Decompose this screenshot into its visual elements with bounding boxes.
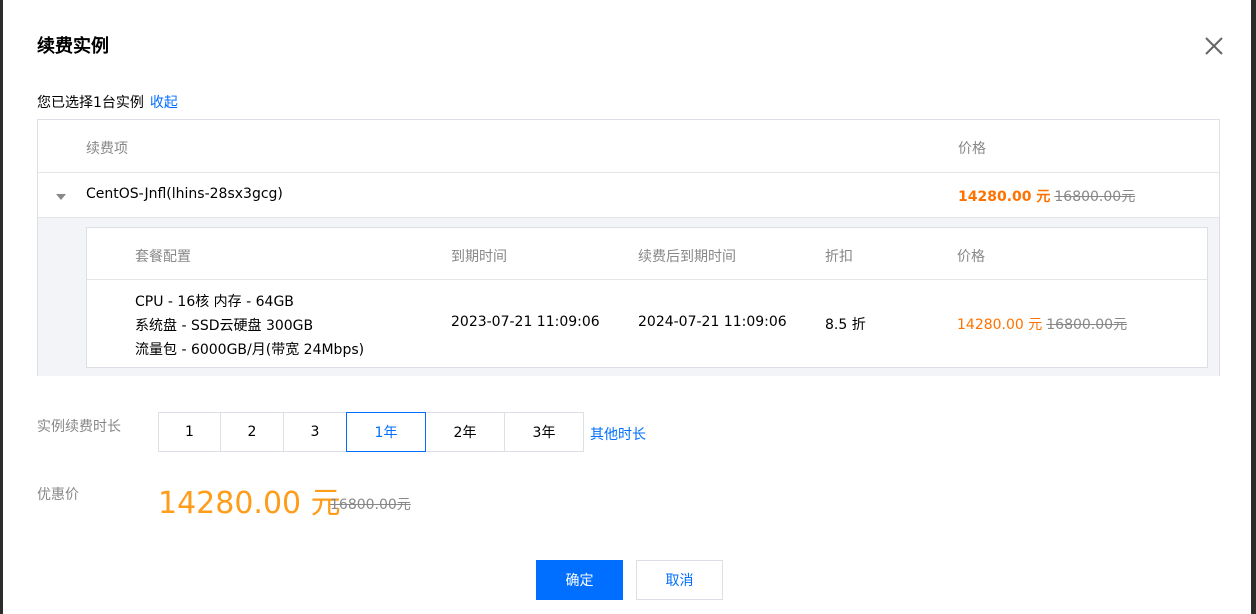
instance-row: CentOS-Jnfl(lhins-28sx3gcg) 14280.00 元 16… [38, 173, 1219, 218]
discount-price-original: 16800.00元 [330, 497, 411, 513]
expand-caret-icon[interactable] [56, 194, 66, 200]
instance-detail-area: 套餐配置 到期时间 续费后到期时间 折扣 价格 CPU - 16核 内存 - 6… [38, 218, 1219, 376]
duration-label: 实例续费时长 [37, 419, 121, 435]
new-expiry-time: 2024-07-21 11:09:06 [638, 314, 787, 330]
selection-text: 您已选择1台实例 [37, 95, 144, 111]
renewal-items-table: 续费项 价格 CentOS-Jnfl(lhins-28sx3gcg) 14280… [37, 119, 1220, 376]
discount-price: 14280.00 元 [158, 486, 341, 521]
cancel-button[interactable]: 取消 [636, 560, 723, 600]
column-header-discount: 折扣 [825, 249, 853, 265]
column-header-plan: 套餐配置 [135, 249, 191, 265]
plan-detail-table: 套餐配置 到期时间 续费后到期时间 折扣 价格 CPU - 16核 内存 - 6… [86, 227, 1208, 368]
window-edge-left [0, 0, 3, 614]
dialog-title: 续费实例 [37, 36, 109, 57]
plan-spec: CPU - 16核 内存 - 64GB 系统盘 - SSD云硬盘 300GB 流… [135, 290, 364, 362]
collapse-link[interactable]: 收起 [150, 95, 178, 111]
discount-price-label: 优惠价 [37, 487, 79, 503]
duration-option-3[interactable]: 3 [283, 412, 347, 452]
column-header-price: 价格 [958, 141, 986, 157]
outer-table-header: 续费项 价格 [38, 120, 1219, 173]
spec-line-disk: 系统盘 - SSD云硬盘 300GB [135, 318, 314, 334]
confirm-button[interactable]: 确定 [536, 560, 623, 600]
column-header-new-expiry: 续费后到期时间 [638, 249, 736, 265]
duration-option-1-year[interactable]: 1年 [346, 412, 426, 452]
close-icon[interactable] [1202, 34, 1226, 58]
discount-value: 8.5 折 [825, 317, 866, 333]
spec-line-traffic: 流量包 - 6000GB/月(带宽 24Mbps) [135, 342, 365, 358]
instance-price-original: 16800.00元 [1054, 189, 1136, 205]
spec-line-cpu: CPU - 16核 内存 - 64GB [135, 294, 294, 310]
duration-option-3-year[interactable]: 3年 [504, 412, 584, 452]
selection-summary: 您已选择1台实例 收起 [37, 92, 178, 112]
column-header-plan-price: 价格 [957, 249, 985, 265]
plan-price-current: 14280.00 元 [957, 317, 1043, 333]
duration-selector: 1 2 3 1年 2年 3年 [158, 412, 584, 452]
column-header-item: 续费项 [86, 141, 128, 157]
plan-price: 14280.00 元 16800.00元 [957, 314, 1127, 334]
instance-price-current: 14280.00 元 [958, 189, 1051, 205]
expiry-time: 2023-07-21 11:09:06 [451, 314, 600, 330]
instance-price: 14280.00 元 16800.00元 [958, 186, 1135, 206]
plan-table-header: 套餐配置 到期时间 续费后到期时间 折扣 价格 [87, 228, 1207, 280]
duration-option-2[interactable]: 2 [220, 412, 284, 452]
other-duration-link[interactable]: 其他时长 [590, 424, 646, 444]
instance-name: CentOS-Jnfl(lhins-28sx3gcg) [86, 186, 283, 202]
duration-option-2-year[interactable]: 2年 [425, 412, 505, 452]
duration-option-1[interactable]: 1 [158, 412, 221, 452]
column-header-expiry: 到期时间 [451, 249, 507, 265]
window-edge-right [1251, 0, 1256, 614]
plan-price-original: 16800.00元 [1046, 317, 1128, 333]
